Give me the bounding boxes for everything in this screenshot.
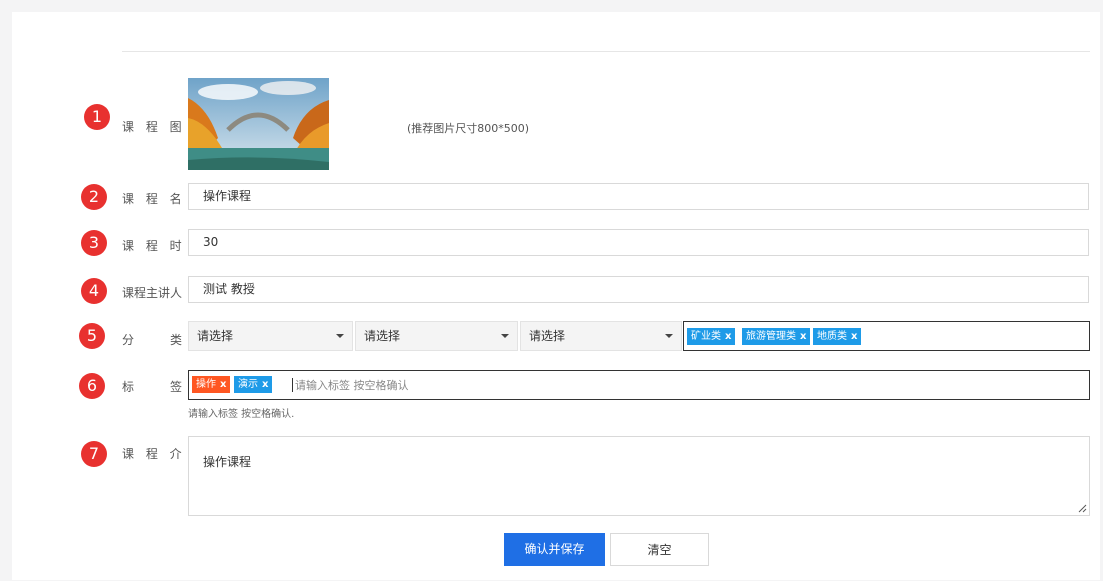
- lecturer-label: 课程主讲人: [122, 286, 183, 300]
- step-badge-4: 4: [81, 278, 107, 304]
- text-cursor: [292, 378, 293, 392]
- course-image-picture: [188, 78, 329, 170]
- category-label-left: 分: [122, 333, 135, 347]
- category-select-2-value: 请选择: [364, 329, 401, 343]
- tag-chip: 演示 x: [234, 376, 273, 393]
- intro-text: 操作课程: [203, 455, 252, 469]
- category-select-3-value: 请选择: [529, 329, 566, 343]
- step-badge-2: 2: [81, 184, 107, 210]
- image-size-hint: (推荐图片尺寸800*500): [407, 122, 530, 135]
- tag-chip-label: 操作: [196, 379, 216, 390]
- category-select-3[interactable]: 请选择: [520, 321, 682, 351]
- chevron-down-icon: [336, 334, 344, 338]
- top-divider: [122, 51, 1090, 52]
- category-tag: 旅游管理类 x: [742, 328, 811, 345]
- close-icon[interactable]: x: [220, 379, 226, 390]
- category-label-right: 类: [170, 333, 183, 347]
- tag-input-box[interactable]: 操作 x 演示 x 请输入标签 按空格确认: [188, 370, 1090, 400]
- chevron-down-icon: [501, 334, 509, 338]
- category-tag-label: 地质类: [817, 331, 847, 342]
- intro-textarea[interactable]: 操作课程: [188, 436, 1090, 516]
- category-tag: 地质类 x: [813, 328, 862, 345]
- category-tags-box[interactable]: 矿业类 x 旅游管理类 x 地质类 x: [683, 321, 1090, 351]
- close-icon[interactable]: x: [725, 331, 731, 342]
- tag-label-left: 标: [122, 380, 135, 394]
- category-tag-label: 旅游管理类: [746, 331, 796, 342]
- lecturer-input[interactable]: 测试 教授: [188, 276, 1089, 303]
- close-icon[interactable]: x: [800, 331, 806, 342]
- category-select-2[interactable]: 请选择: [355, 321, 518, 351]
- step-badge-7: 7: [81, 441, 107, 467]
- close-icon[interactable]: x: [851, 331, 857, 342]
- tag-chip: 操作 x: [192, 376, 231, 393]
- category-tag-label: 矿业类: [691, 331, 721, 342]
- resize-grip-icon[interactable]: [1077, 503, 1087, 513]
- course-name-input[interactable]: 操作课程: [188, 183, 1089, 210]
- course-image[interactable]: [188, 78, 329, 170]
- close-icon[interactable]: x: [262, 379, 268, 390]
- course-duration-input[interactable]: 30: [188, 229, 1089, 256]
- save-button[interactable]: 确认并保存: [504, 533, 605, 566]
- step-badge-1: 1: [84, 104, 110, 130]
- tag-input-placeholder[interactable]: 请输入标签 按空格确认: [295, 377, 409, 393]
- category-tag: 矿业类 x: [687, 328, 736, 345]
- tag-help-text: 请输入标签 按空格确认.: [188, 409, 295, 420]
- chevron-down-icon: [665, 334, 673, 338]
- tag-chip-label: 演示: [238, 379, 258, 390]
- category-select-1[interactable]: 请选择: [188, 321, 353, 351]
- clear-button[interactable]: 清空: [610, 533, 709, 566]
- category-select-1-value: 请选择: [197, 329, 234, 343]
- step-badge-6: 6: [79, 373, 105, 399]
- step-badge-5: 5: [79, 323, 105, 349]
- tag-label-right: 签: [170, 380, 183, 394]
- step-badge-3: 3: [81, 230, 107, 256]
